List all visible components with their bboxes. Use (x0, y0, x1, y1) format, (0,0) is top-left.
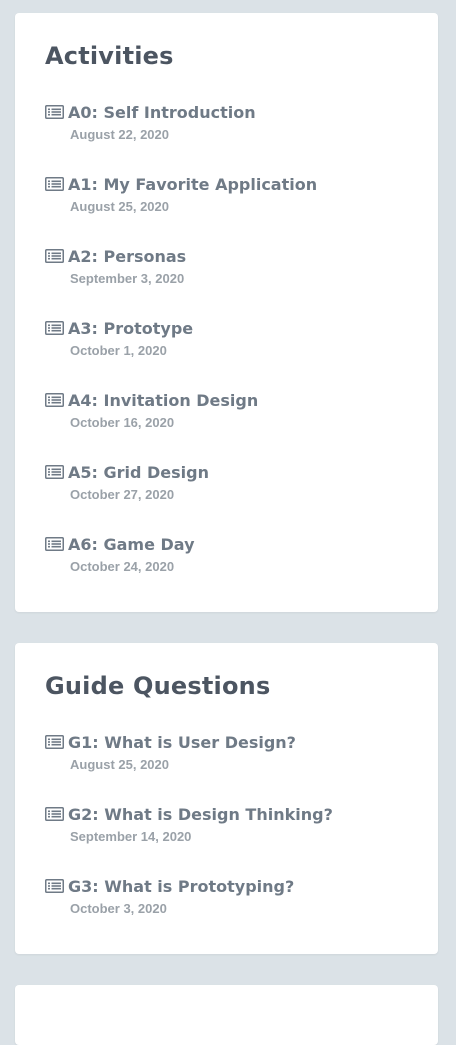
activity-title: A1: My Favorite Application (68, 174, 318, 194)
activity-title: A4: Invitation Design (68, 390, 259, 410)
activity-link-a2[interactable]: A2: Personas (45, 245, 418, 267)
activity-link-a6[interactable]: A6: Game Day (45, 533, 418, 555)
activity-title: A0: Self Introduction (68, 102, 256, 122)
guide-link-g3[interactable]: G3: What is Prototyping? (45, 875, 418, 897)
list-item: A6: Game Day October 24, 2020 (45, 533, 418, 581)
activity-link-a4[interactable]: A4: Invitation Design (45, 389, 418, 411)
list-alt-icon (45, 735, 64, 749)
list-item: A2: Personas September 3, 2020 (45, 245, 418, 293)
guide-date: September 14, 2020 (70, 829, 192, 844)
guide-title: G3: What is Prototyping? (68, 876, 295, 896)
activity-date: August 22, 2020 (70, 127, 169, 142)
list-alt-icon (45, 105, 64, 119)
activity-link-a1[interactable]: A1: My Favorite Application (45, 173, 418, 195)
list-alt-icon (45, 537, 64, 551)
activity-link-a3[interactable]: A3: Prototype (45, 317, 418, 339)
list-item: G2: What is Design Thinking? September 1… (45, 803, 418, 851)
list-item: A3: Prototype October 1, 2020 (45, 317, 418, 365)
next-card (15, 985, 438, 1045)
list-item: A0: Self Introduction August 22, 2020 (45, 101, 418, 149)
activities-card: Activities A0: Self Introduction August … (15, 13, 438, 612)
list-item: A5: Grid Design October 27, 2020 (45, 461, 418, 509)
list-alt-icon (45, 807, 64, 821)
guide-title: G1: What is User Design? (68, 732, 296, 752)
activity-title: A6: Game Day (68, 534, 195, 554)
guide-link-g1[interactable]: G1: What is User Design? (45, 731, 418, 753)
list-item: G3: What is Prototyping? October 3, 2020 (45, 875, 418, 923)
guide-title: G2: What is Design Thinking? (68, 804, 333, 824)
list-alt-icon (45, 393, 64, 407)
guide-questions-heading: Guide Questions (45, 672, 271, 700)
list-alt-icon (45, 465, 64, 479)
activity-title: A5: Grid Design (68, 462, 209, 482)
activity-date: October 24, 2020 (70, 559, 175, 574)
activities-heading: Activities (45, 42, 174, 70)
activity-date: August 25, 2020 (70, 199, 169, 214)
activity-date: September 3, 2020 (70, 271, 185, 286)
activity-title: A3: Prototype (68, 318, 194, 338)
activity-date: October 27, 2020 (70, 487, 175, 502)
list-item: G1: What is User Design? August 25, 2020 (45, 731, 418, 779)
guide-date: October 3, 2020 (70, 901, 167, 916)
guide-questions-card: Guide Questions G1: What is User Design?… (15, 643, 438, 954)
activity-link-a5[interactable]: A5: Grid Design (45, 461, 418, 483)
list-alt-icon (45, 177, 64, 191)
activity-link-a0[interactable]: A0: Self Introduction (45, 101, 418, 123)
activity-date: October 1, 2020 (70, 343, 167, 358)
activity-title: A2: Personas (68, 246, 187, 266)
list-alt-icon (45, 249, 64, 263)
guide-date: August 25, 2020 (70, 757, 169, 772)
list-item: A4: Invitation Design October 16, 2020 (45, 389, 418, 437)
list-alt-icon (45, 879, 64, 893)
activity-date: October 16, 2020 (70, 415, 175, 430)
list-alt-icon (45, 321, 64, 335)
guide-link-g2[interactable]: G2: What is Design Thinking? (45, 803, 418, 825)
list-item: A1: My Favorite Application August 25, 2… (45, 173, 418, 221)
